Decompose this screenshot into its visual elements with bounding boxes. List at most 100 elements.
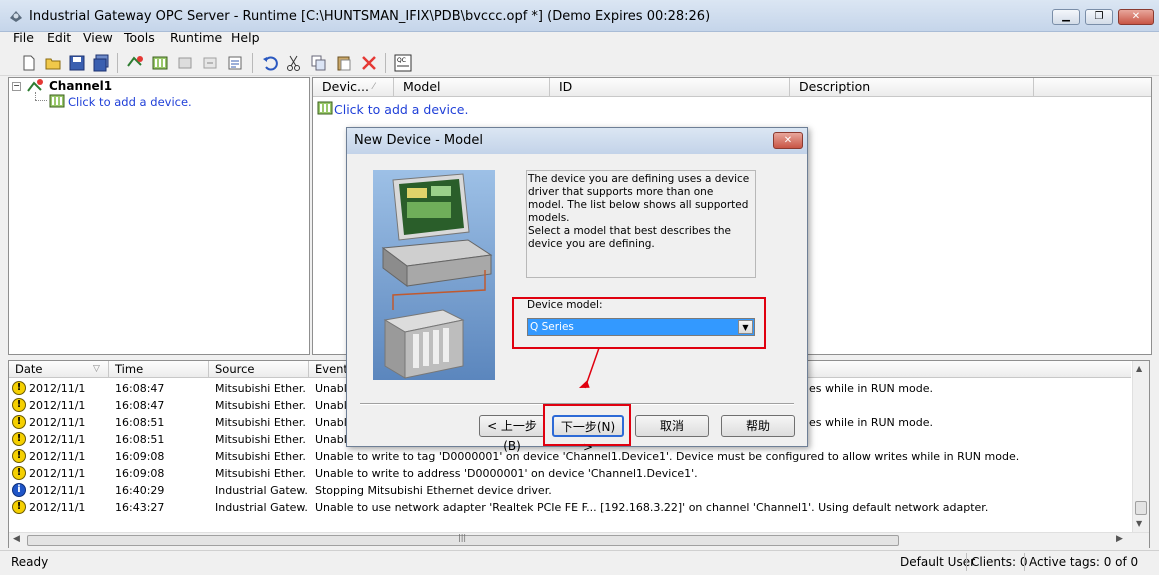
log-cell-event: Unable to write to tag 'D0000001' on dev…: [315, 450, 1020, 463]
log-cell-source: Mitsubishi Ether...: [215, 433, 307, 446]
log-cell-event: Unable to write to address 'D0000001' on…: [315, 467, 698, 480]
paste-icon[interactable]: [335, 54, 353, 72]
description-instruction: Select a model that best describes the d…: [528, 225, 732, 250]
minimize-button[interactable]: ▁: [1052, 9, 1080, 25]
log-cell-time: 16:40:29: [115, 484, 165, 497]
scroll-up-icon[interactable]: ▲: [1136, 364, 1142, 373]
log-cell-time: 16:43:27: [115, 501, 165, 514]
undo-icon[interactable]: [261, 54, 279, 72]
column-header-id[interactable]: ID: [550, 78, 790, 97]
tree-channel-label[interactable]: Channel1: [49, 79, 112, 93]
sort-arrow-icon: ⁄: [373, 82, 375, 92]
description-box: The device you are defining uses a devic…: [526, 170, 756, 278]
log-row[interactable]: ! 2012/11/1 16:09:08 Mitsubishi Ether... Una…: [9, 448, 1131, 465]
log-cell-date: 2012/11/1: [29, 433, 86, 446]
log-cell-time: 16:08:51: [115, 416, 165, 429]
log-cell-event-tail: es while in RUN mode.: [809, 416, 933, 429]
new-device-icon[interactable]: [151, 54, 169, 72]
toolbar: [0, 50, 1159, 76]
new-device-model-dialog: New Device - Model ✕ The device you are …: [346, 127, 808, 454]
menu-file[interactable]: File: [13, 30, 34, 45]
info-icon: i: [12, 483, 26, 497]
tree-line: [35, 100, 47, 101]
log-cell-time: 16:09:08: [115, 467, 165, 480]
quick-client-icon[interactable]: QC: [394, 54, 412, 72]
grip-icon: |||: [458, 533, 467, 542]
log-cell-event-tail: es while in RUN mode.: [809, 382, 933, 395]
cancel-button[interactable]: 取消: [635, 415, 709, 437]
close-button[interactable]: ✕: [1118, 9, 1154, 25]
scrollbar-thumb[interactable]: |||: [27, 533, 899, 546]
save-all-icon[interactable]: [92, 54, 110, 72]
help-button[interactable]: 帮助: [721, 415, 795, 437]
log-row[interactable]: ! 2012/11/1 16:09:08 Mitsubishi Ether... Una…: [9, 465, 1131, 482]
menu-edit[interactable]: Edit: [47, 30, 71, 45]
log-row[interactable]: i 2012/11/1 16:40:29 Industrial Gatew... Sto…: [9, 482, 1131, 499]
status-active-tags: Active tags: 0 of 0: [1029, 555, 1139, 569]
horizontal-scrollbar[interactable]: ◀ ||| ▶: [9, 532, 1149, 548]
column-header-description[interactable]: Description: [790, 78, 1034, 97]
scroll-down-icon[interactable]: ▼: [1136, 519, 1142, 528]
save-icon[interactable]: [68, 54, 86, 72]
open-folder-icon[interactable]: [44, 54, 62, 72]
delete-icon[interactable]: [360, 54, 378, 72]
properties-icon[interactable]: [226, 54, 244, 72]
log-cell-date: 2012/11/1: [29, 484, 86, 497]
annotation-highlight-box: [512, 297, 766, 349]
log-cell-time: 16:08:47: [115, 382, 165, 395]
toolbar-separator: [117, 53, 118, 73]
status-divider: [1024, 553, 1025, 571]
tree-line: [35, 92, 36, 100]
log-cell-time: 16:08:47: [115, 399, 165, 412]
warning-icon: !: [12, 449, 26, 463]
new-channel-icon[interactable]: [126, 54, 144, 72]
column-header-time[interactable]: Time: [109, 361, 209, 378]
dialog-close-button[interactable]: ✕: [773, 132, 803, 149]
title-bar: Industrial Gateway OPC Server - Runtime …: [0, 0, 1159, 32]
log-cell-date: 2012/11/1: [29, 501, 86, 514]
app-icon: [10, 11, 22, 22]
device-icon: [317, 101, 333, 115]
menu-tools[interactable]: Tools: [124, 30, 155, 45]
back-button[interactable]: < 上一步(B): [479, 415, 545, 453]
column-header-label: Devic...: [322, 79, 369, 94]
list-add-device-link[interactable]: Click to add a device.: [334, 102, 468, 117]
log-cell-source: Industrial Gatew...: [215, 484, 307, 497]
column-header-source[interactable]: Source: [209, 361, 309, 378]
toolbar-separator: [385, 53, 386, 73]
device-icon: [49, 94, 65, 108]
column-header-empty: [1034, 78, 1151, 97]
new-file-icon[interactable]: [20, 54, 38, 72]
dialog-title-bar: New Device - Model ✕: [347, 128, 807, 154]
log-cell-event: Unable to use network adapter 'Realtek P…: [315, 501, 989, 514]
column-header-date[interactable]: Date ▽: [9, 361, 109, 378]
menu-view[interactable]: View: [83, 30, 113, 45]
status-clients: Clients: 0: [971, 555, 1028, 569]
cut-icon[interactable]: [285, 54, 303, 72]
description-text: The device you are defining uses a devic…: [528, 173, 750, 224]
log-cell-date: 2012/11/1: [29, 399, 86, 412]
log-cell-date: 2012/11/1: [29, 382, 86, 395]
new-tag-icon[interactable]: [201, 54, 219, 72]
menu-help[interactable]: Help: [231, 30, 260, 45]
copy-icon[interactable]: [310, 54, 328, 72]
restore-button[interactable]: ❐: [1085, 9, 1113, 25]
scroll-left-icon[interactable]: ◀: [13, 534, 20, 544]
new-tag-group-icon[interactable]: [176, 54, 194, 72]
dialog-title: New Device - Model: [354, 133, 483, 148]
log-cell-time: 16:09:08: [115, 450, 165, 463]
log-row[interactable]: ! 2012/11/1 16:43:27 Industrial Gatew... Una…: [9, 499, 1131, 516]
log-cell-source: Industrial Gatew...: [215, 501, 307, 514]
menu-runtime[interactable]: Runtime: [170, 30, 222, 45]
column-header-device[interactable]: Devic... ⁄: [313, 78, 394, 97]
tree-add-device-link[interactable]: Click to add a device.: [68, 95, 192, 109]
log-cell-source: Mitsubishi Ether...: [215, 450, 307, 463]
channel-icon: [27, 79, 43, 92]
scroll-right-icon[interactable]: ▶: [1116, 534, 1123, 544]
tree-collapse-toggle[interactable]: −: [12, 82, 21, 91]
status-bar: Ready Default User Clients: 0 Active tag…: [0, 550, 1159, 575]
log-cell-event: Stopping Mitsubishi Ethernet device driv…: [315, 484, 552, 497]
vertical-scrollbar[interactable]: ▲ ▼: [1132, 361, 1149, 532]
scrollbar-thumb[interactable]: [1135, 501, 1147, 515]
column-header-model[interactable]: Model: [394, 78, 550, 97]
